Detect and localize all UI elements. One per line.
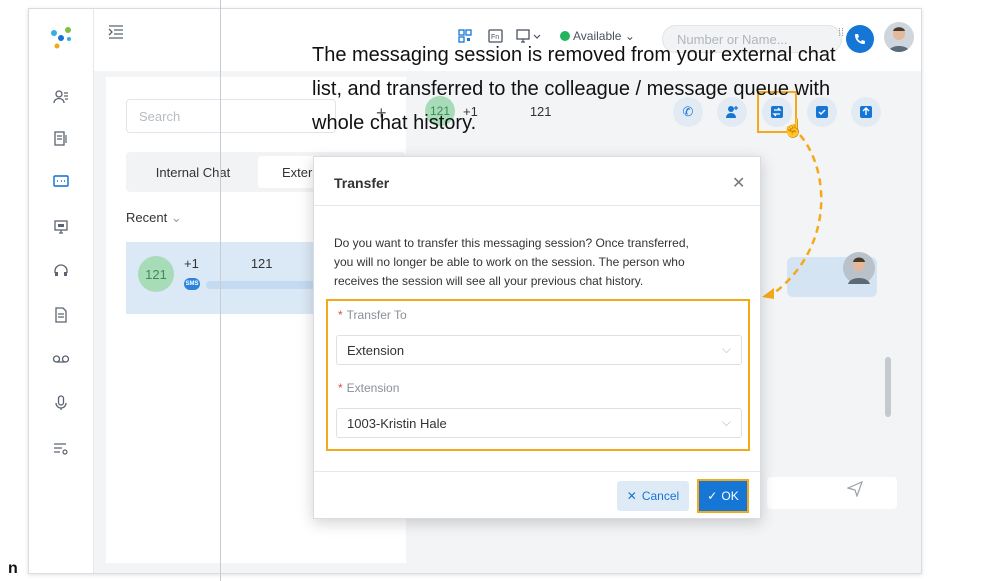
divider bbox=[314, 205, 760, 206]
chevron-down-icon: ⌵ bbox=[721, 415, 731, 429]
transfer-to-label-text: Transfer To bbox=[346, 308, 407, 322]
dialog-title: Transfer bbox=[334, 175, 390, 191]
dialog-message: Do you want to transfer this messaging s… bbox=[334, 234, 744, 291]
cancel-label: Cancel bbox=[641, 489, 680, 503]
extension-label-text: Extension bbox=[346, 381, 400, 395]
chevron-down-icon: ⌵ bbox=[721, 342, 731, 356]
ok-label: OK bbox=[721, 489, 739, 503]
ok-button[interactable]: ✓ OK bbox=[697, 479, 749, 513]
dialog-message-line-3: receives the session will see all your p… bbox=[334, 274, 644, 288]
transfer-to-label: * Transfer To bbox=[338, 308, 407, 322]
transfer-to-value: Extension bbox=[347, 343, 405, 358]
page: Fn Available ⌄ Number or Name... ⁞⁞ Sear… bbox=[0, 0, 998, 581]
dialog-message-line-1: Do you want to transfer this messaging s… bbox=[334, 236, 689, 250]
dialog-message-line-2: you will no longer be able to work on th… bbox=[334, 255, 685, 269]
extension-select[interactable]: 1003-Kristin Hale ⌵ bbox=[336, 408, 742, 438]
pointer-cursor-icon: ☝ bbox=[782, 118, 805, 138]
check-icon: ✓ bbox=[707, 489, 718, 503]
transfer-dialog: Transfer ✕ Do you want to transfer this … bbox=[313, 156, 761, 519]
transfer-to-select[interactable]: Extension ⌵ bbox=[336, 335, 742, 365]
extension-value: 1003-Kristin Hale bbox=[347, 416, 447, 431]
required-marker: * bbox=[338, 381, 343, 395]
extension-label: * Extension bbox=[338, 381, 399, 395]
fields-highlight: * Transfer To Extension ⌵ * Extension 1003… bbox=[326, 299, 750, 451]
cancel-button[interactable]: ✕ Cancel bbox=[617, 481, 689, 511]
cancel-x-icon: ✕ bbox=[626, 489, 637, 503]
required-marker: * bbox=[338, 308, 343, 322]
divider bbox=[314, 471, 760, 472]
close-icon[interactable]: ✕ bbox=[732, 173, 745, 193]
